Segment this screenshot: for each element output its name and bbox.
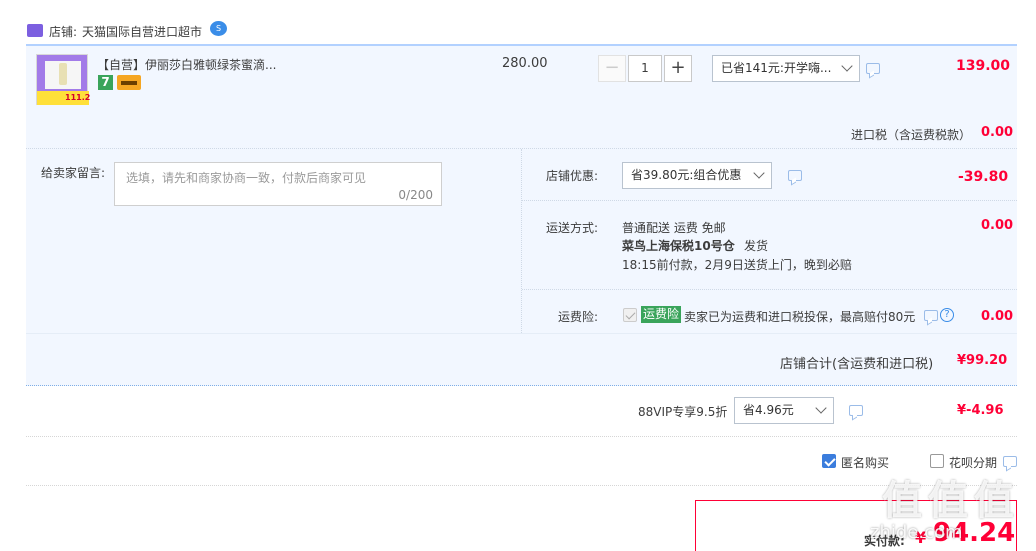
unit-price: 280.00 (502, 56, 548, 71)
divider (522, 289, 1017, 290)
shop-discount-label: 店铺优惠: (546, 169, 599, 183)
shop-discount-amount: -39.80 (958, 169, 1009, 185)
shipping-fee: 0.00 (981, 218, 1014, 233)
chevron-down-icon (815, 402, 827, 414)
message-icon[interactable] (1003, 456, 1017, 467)
huabei-checkbox[interactable] (930, 454, 944, 468)
divider (26, 333, 1017, 334)
message-input[interactable]: 选填，请先和商家协商一致，付款后商家可见 0/200 (114, 162, 442, 206)
vip-label: 88VIP专享9.5折 (638, 405, 728, 419)
shipping-warehouse: 菜鸟上海保税10号仓 (622, 239, 735, 253)
shipping-delivery-time: 18:15前付款，2月9日送货上门，晚到必赔 (622, 258, 852, 272)
card-payment-stripe (121, 81, 137, 85)
divider (26, 436, 1017, 437)
anonymous-checkbox[interactable] (822, 454, 836, 468)
shop-total-value: ¥99.20 (957, 353, 1008, 368)
shop-name-link[interactable]: 天猫国际自营进口超市 (82, 23, 202, 40)
message-placeholder: 选填，请先和商家协商一致，付款后商家可见 (126, 171, 367, 185)
insurance-value: 0.00 (981, 309, 1014, 324)
item-price: 139.00 (956, 58, 1011, 74)
watermark-logo: 值 值 值 (882, 478, 1014, 524)
help-icon[interactable]: ? (940, 308, 954, 322)
panel-bottom-border (26, 385, 1017, 386)
divider (26, 485, 1017, 486)
vip-discount-select[interactable]: 省4.96元 (734, 397, 834, 424)
shop-label: 店铺: (49, 25, 78, 39)
message-counter: 0/200 (398, 188, 433, 202)
wangwang-icon[interactable]: S (210, 21, 227, 36)
chevron-down-icon (753, 167, 765, 179)
shop-discount-select[interactable]: 省39.80元:组合优惠 (622, 162, 772, 189)
insurance-label: 运费险: (558, 310, 599, 324)
product-image-price: 111.2 (65, 93, 91, 102)
product-image[interactable]: 111.2 (36, 54, 91, 105)
message-icon[interactable] (849, 405, 863, 416)
shop-total-label: 店铺合计(含运费和进口税) (780, 357, 934, 372)
watermark-url: zhide.com (870, 522, 963, 543)
message-icon[interactable] (924, 310, 938, 321)
qty-input[interactable]: 1 (628, 55, 662, 82)
seven-day-text: 7 (101, 75, 110, 89)
qty-increase-button[interactable]: + (664, 55, 692, 82)
wangwang-badge: S (215, 24, 222, 33)
shop-icon (27, 24, 43, 37)
insurance-tag: 运费险 (641, 306, 682, 323)
seven-day-return-badge: 7 (98, 75, 113, 90)
shop-discount-value-text: 省39.80元:组合优惠 (631, 168, 742, 182)
qty-decrease-button[interactable]: − (598, 55, 626, 82)
message-icon[interactable] (788, 170, 802, 181)
item-discount-value: 已省141元:开学嗨... (721, 61, 832, 75)
vip-discount-value-text: 省4.96元 (743, 403, 794, 417)
shipping-method: 普通配送 运费 免邮 (622, 221, 726, 235)
shipping-label: 运送方式: (546, 221, 599, 235)
shipping-warehouse-suffix: 发货 (744, 239, 769, 253)
insurance-text: 卖家已为运费和进口税投保，最高赔付80元 (684, 310, 916, 324)
vip-discount-amount: ¥-4.96 (957, 403, 1004, 418)
divider (522, 200, 1017, 201)
column-divider (521, 149, 522, 333)
import-tax-label: 进口税（含运费税款） (851, 128, 972, 142)
chevron-down-icon (841, 60, 853, 72)
message-icon[interactable] (866, 63, 880, 74)
insurance-checkbox (623, 308, 637, 322)
product-title-link[interactable]: 【自营】伊丽莎白雅顿绿茶蜜滴... (97, 56, 276, 73)
panel-top-border (26, 44, 1017, 46)
product-image-bottle (59, 63, 67, 85)
message-label: 给卖家留言: (41, 166, 106, 180)
item-discount-select[interactable]: 已省141元:开学嗨... (712, 55, 860, 82)
card-payment-icon (117, 75, 141, 90)
import-tax-value: 0.00 (981, 125, 1014, 140)
